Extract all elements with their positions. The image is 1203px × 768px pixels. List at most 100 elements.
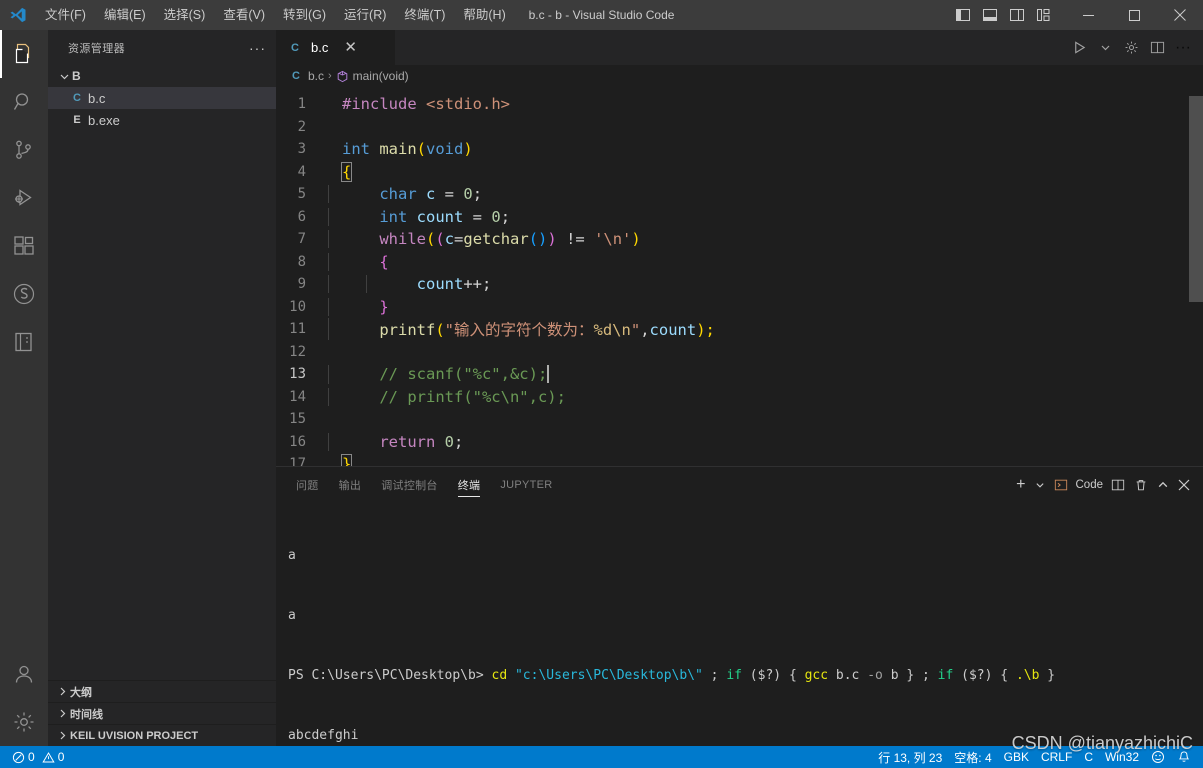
token-brace-close: } (379, 297, 389, 316)
activity-search[interactable] (0, 78, 48, 126)
tree-file-bc[interactable]: C b.c (48, 87, 276, 109)
menu-view[interactable]: 查看(V) (214, 0, 274, 30)
tree-folder-b[interactable]: B (48, 65, 276, 87)
activity-sourcegraph[interactable] (0, 270, 48, 318)
c-file-icon: C (73, 92, 81, 104)
activity-bar (0, 30, 48, 746)
status-feedback[interactable] (1145, 746, 1171, 768)
minimize-button[interactable] (1065, 0, 1111, 30)
terminal-output[interactable]: a a PS C:\Users\PC\Desktop\b> cd "c:\Use… (276, 502, 1203, 746)
panel-tab-problems[interactable]: 问题 (296, 467, 319, 502)
panel-tab-jupyter[interactable]: JUPYTER (500, 467, 552, 502)
close-button[interactable] (1157, 0, 1203, 30)
line-number: 6 (297, 208, 306, 225)
bell-icon (1177, 750, 1191, 764)
toggle-panel-icon[interactable] (979, 4, 1001, 26)
menu-edit[interactable]: 编辑(E) (95, 0, 155, 30)
token-getchar: getchar (463, 230, 529, 249)
status-language-mode[interactable]: C (1078, 746, 1099, 768)
menu-help[interactable]: 帮助(H) (454, 0, 514, 30)
terminal-cmd: cd (491, 668, 508, 683)
editor-scrollbar-slider[interactable] (1189, 96, 1203, 302)
maximize-panel-icon[interactable] (1154, 473, 1172, 497)
section-outline[interactable]: 大纲 (48, 680, 276, 702)
run-code-button[interactable] (1067, 33, 1091, 63)
more-actions-icon[interactable]: ··· (1171, 33, 1195, 63)
c-file-icon: C (291, 41, 299, 54)
editor-scrollbar[interactable] (1189, 87, 1203, 466)
token-brace-open: { (379, 252, 389, 271)
breadcrumb-file[interactable]: b.c (308, 69, 324, 83)
tree-file-bexe[interactable]: E b.exe (48, 109, 276, 131)
tab-close-icon[interactable]: ✕ (344, 40, 357, 55)
line-number: 3 (297, 141, 306, 158)
code-line: 15 (276, 408, 1203, 431)
customize-layout-icon[interactable] (1033, 4, 1055, 26)
terminal-line: abcdefghi (288, 726, 1203, 746)
token-comment: // scanf("%c",&c); (379, 365, 548, 383)
activity-accounts[interactable] (0, 650, 48, 698)
terminal-prompt: PS C:\Users\PC\Desktop\b> (288, 668, 484, 683)
code-line: 12 (276, 341, 1203, 364)
toggle-primary-sidebar-icon[interactable] (952, 4, 974, 26)
toggle-secondary-sidebar-icon[interactable] (1006, 4, 1028, 26)
terminal-line: a (288, 606, 1203, 626)
token-format-spec: %d\n (593, 321, 631, 340)
split-editor-icon[interactable] (1145, 33, 1169, 63)
section-keil-uvision-project[interactable]: KEIL UVISION PROJECT (48, 724, 276, 746)
error-count: 0 (28, 750, 35, 764)
run-chevron-down-icon[interactable] (1093, 33, 1117, 63)
menu-selection[interactable]: 选择(S) (155, 0, 215, 30)
file-tree: B C b.c E b.exe (48, 65, 276, 680)
explorer-icon (15, 43, 30, 64)
status-notifications[interactable] (1171, 746, 1197, 768)
section-timeline[interactable]: 时间线 (48, 702, 276, 724)
status-indentation[interactable]: 空格: 4 (948, 746, 997, 768)
token-assign: = (463, 207, 492, 226)
activity-settings[interactable] (0, 698, 48, 746)
menu-terminal[interactable]: 终端(T) (395, 0, 454, 30)
terminal-profile-label[interactable]: Code (1074, 473, 1106, 497)
panel-tab-debug-console[interactable]: 调试控制台 (381, 467, 438, 502)
tab-bc[interactable]: C b.c ✕ (276, 30, 396, 65)
status-platform[interactable]: Win32 (1099, 746, 1145, 768)
terminal-profile-icon (1051, 473, 1071, 497)
activity-run-debug[interactable] (0, 174, 48, 222)
token-main: main (379, 140, 417, 159)
settings-gear-icon[interactable] (1119, 33, 1143, 63)
status-encoding[interactable]: GBK (998, 746, 1035, 768)
activity-explorer[interactable] (0, 30, 48, 78)
token-neq: != (556, 230, 595, 249)
kill-terminal-icon[interactable] (1131, 473, 1151, 497)
new-terminal-button[interactable]: + (1013, 473, 1028, 497)
code-lines: 1 #include <stdio.h> 2 3 int main(void) … (276, 87, 1203, 466)
token-void: void (426, 140, 464, 159)
activity-notebook[interactable] (0, 318, 48, 366)
breadcrumb-symbol[interactable]: main(void) (353, 69, 409, 83)
close-panel-icon[interactable] (1175, 473, 1193, 497)
token-call-end: ); (696, 321, 715, 340)
token-var-c: c (444, 230, 455, 249)
sidebar-title-label: 资源管理器 (68, 42, 125, 55)
menu-file[interactable]: 文件(F) (36, 0, 95, 30)
code-line-active: 13 // scanf("%c",&c); (276, 363, 1203, 386)
token-var-count: count (416, 275, 464, 294)
status-eol[interactable]: CRLF (1035, 746, 1078, 768)
panel-tab-terminal[interactable]: 终端 (457, 467, 481, 502)
split-terminal-icon[interactable] (1108, 473, 1128, 497)
token-semicolon: ; (454, 432, 464, 451)
code-line: 8 { (276, 251, 1203, 274)
status-cursor-position[interactable]: 行 13, 列 23 (872, 746, 948, 768)
code-editor[interactable]: 1 #include <stdio.h> 2 3 int main(void) … (276, 87, 1203, 466)
activity-source-control[interactable] (0, 126, 48, 174)
panel-tab-output[interactable]: 输出 (339, 467, 362, 502)
menu-go[interactable]: 转到(G) (274, 0, 335, 30)
menu-run[interactable]: 运行(R) (335, 0, 395, 30)
editor-group: C b.c ✕ ··· C b.c › main(void) 1 #includ… (276, 30, 1203, 746)
terminal-if: if (937, 668, 954, 683)
maximize-button[interactable] (1111, 0, 1157, 30)
new-terminal-chevron-icon[interactable] (1032, 473, 1048, 497)
activity-extensions[interactable] (0, 222, 48, 270)
sidebar-more-icon[interactable]: ··· (249, 40, 266, 56)
status-problems[interactable]: 0 0 (6, 746, 70, 768)
